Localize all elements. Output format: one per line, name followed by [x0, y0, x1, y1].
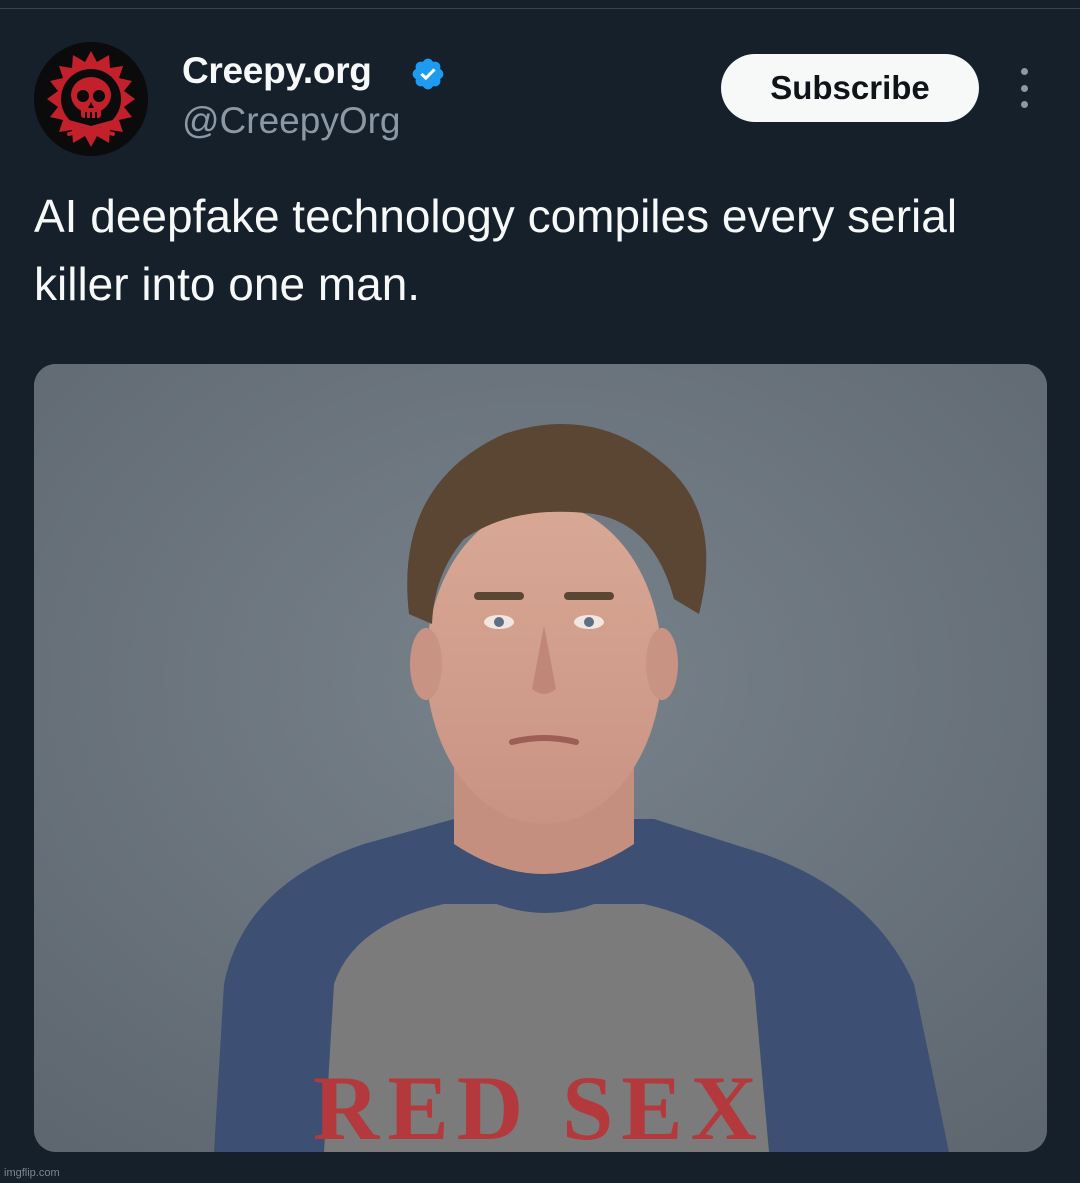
- display-name[interactable]: Creepy.org: [182, 50, 372, 92]
- tweet-card: Creepy.org @CreepyOrg Subscribe AI deepf…: [0, 0, 1080, 1183]
- watermark: imgflip.com: [4, 1167, 60, 1179]
- subscribe-button[interactable]: Subscribe: [721, 54, 979, 122]
- tweet-text: AI deepfake technology compiles every se…: [34, 190, 958, 310]
- skull-logo-icon: [34, 42, 148, 156]
- more-options-icon[interactable]: [1006, 68, 1042, 108]
- mugshot-photo: RED SEX: [34, 364, 1047, 1152]
- tweet-photo[interactable]: RED SEX: [34, 364, 1047, 1152]
- more-dot: [1020, 101, 1028, 108]
- verified-badge-icon: [410, 56, 446, 92]
- more-dot: [1020, 68, 1028, 75]
- shirt-text: RED SEX: [313, 1057, 765, 1152]
- avatar[interactable]: [34, 42, 148, 156]
- account-handle[interactable]: @CreepyOrg: [182, 100, 401, 142]
- more-dot: [1020, 84, 1028, 92]
